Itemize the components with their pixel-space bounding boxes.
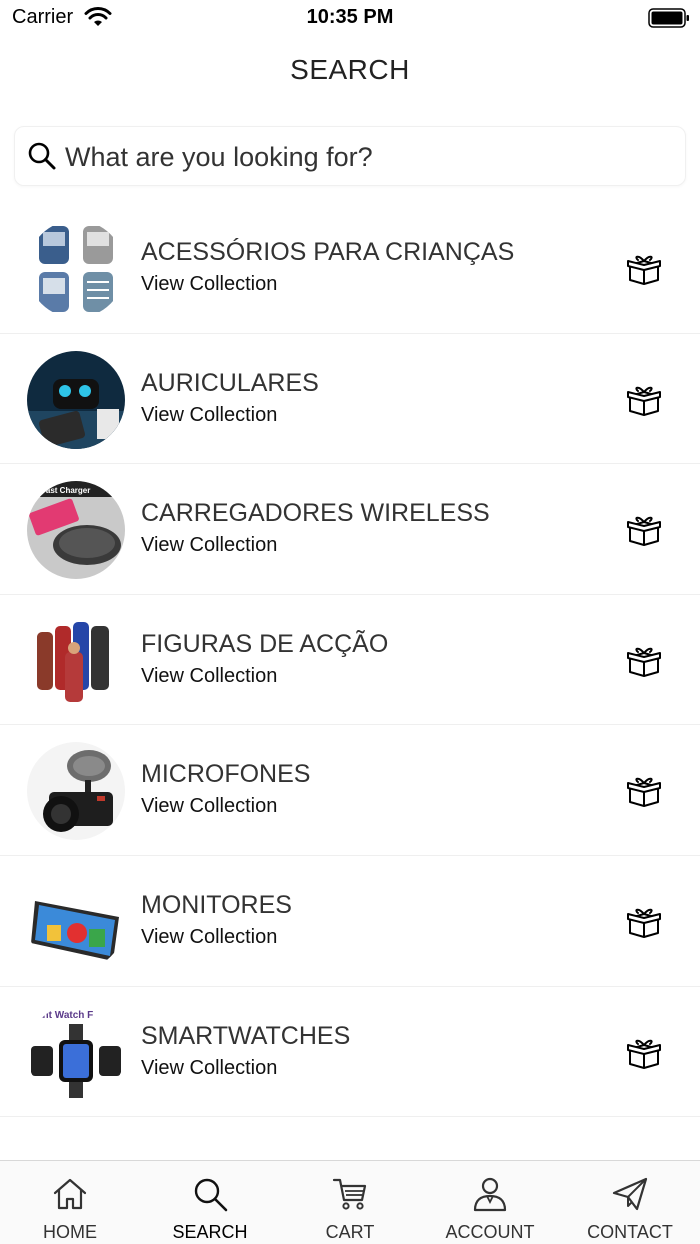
wireless-charger-image: Fast Charger xyxy=(27,481,125,580)
battery-icon xyxy=(648,8,689,28)
collection-title: AURICULARES xyxy=(141,368,319,397)
gift-box-icon xyxy=(627,778,661,808)
collection-row-microphones[interactable]: MICROFONES View Collection xyxy=(0,725,700,856)
view-collection-link[interactable]: View Collection xyxy=(141,795,277,818)
paper-plane-icon xyxy=(612,1177,648,1211)
tab-cart[interactable]: CART xyxy=(280,1161,420,1244)
smartwatch-image-text: ant Watch F xyxy=(37,1010,93,1021)
cart-icon xyxy=(332,1178,367,1210)
collection-title: FIGURAS DE ACÇÃO xyxy=(141,629,389,658)
smartwatches-image: ant Watch F xyxy=(27,1003,125,1102)
portable-monitor-image xyxy=(27,872,125,971)
gift-box-icon xyxy=(627,386,661,416)
tab-label: CONTACT xyxy=(587,1222,673,1242)
collection-row-smartwatches[interactable]: ant Watch F SMARTWATCHES View Collection xyxy=(0,987,700,1118)
gift-box-icon xyxy=(627,908,661,938)
page-title: SEARCH xyxy=(290,54,410,85)
search-icon xyxy=(194,1178,228,1212)
collection-row-wireless-chargers[interactable]: Fast Charger CARREGADORES WIRELESS View … xyxy=(0,464,700,595)
status-bar: Carrier 10:35 PM xyxy=(0,0,700,36)
tab-bar: HOME SEARCH CART ACCOUNT CONTACT xyxy=(0,1160,700,1244)
gift-box-icon xyxy=(627,516,661,547)
account-icon xyxy=(473,1177,507,1212)
tab-account[interactable]: ACCOUNT xyxy=(420,1161,560,1244)
tab-label: CART xyxy=(325,1222,375,1242)
tab-search[interactable]: SEARCH xyxy=(140,1161,280,1244)
collection-list: ACESSÓRIOS PARA CRIANÇAS View Collection… xyxy=(0,203,700,1118)
collection-title: MONITORES xyxy=(141,890,292,919)
gift-box-icon xyxy=(627,647,661,677)
collection-title: SMARTWATCHES xyxy=(141,1021,351,1050)
collection-row-kids-accessories[interactable]: ACESSÓRIOS PARA CRIANÇAS View Collection xyxy=(0,203,700,334)
tab-contact[interactable]: CONTACT xyxy=(560,1161,700,1244)
search-input[interactable] xyxy=(65,135,665,179)
home-icon xyxy=(53,1178,87,1210)
camera-microphone-image xyxy=(27,742,125,841)
charger-image-text: Fast Charger xyxy=(41,486,90,495)
view-collection-link[interactable]: View Collection xyxy=(141,1057,277,1080)
tab-label: ACCOUNT xyxy=(445,1222,535,1242)
search-icon xyxy=(28,142,56,170)
collection-title: MICROFONES xyxy=(141,760,311,789)
collection-row-earbuds[interactable]: AURICULARES View Collection xyxy=(0,334,700,465)
view-collection-link[interactable]: View Collection xyxy=(141,926,277,949)
tab-label: HOME xyxy=(43,1222,97,1242)
collection-title: CARREGADORES WIRELESS xyxy=(141,499,490,528)
gift-box-icon xyxy=(627,1039,661,1069)
collection-row-action-figures[interactable]: FIGURAS DE ACÇÃO View Collection xyxy=(0,595,700,726)
view-collection-link[interactable]: View Collection xyxy=(141,273,277,296)
tab-home[interactable]: HOME xyxy=(0,1161,140,1244)
view-collection-link[interactable]: View Collection xyxy=(141,534,277,557)
collection-title: ACESSÓRIOS PARA CRIANÇAS xyxy=(141,238,515,266)
search-bar[interactable] xyxy=(14,126,686,186)
kids-car-seats-image xyxy=(27,220,125,318)
clock: 10:35 PM xyxy=(306,6,394,28)
action-figures-image xyxy=(27,611,125,710)
tab-label: SEARCH xyxy=(172,1222,248,1242)
earbuds-case-image xyxy=(27,350,125,449)
view-collection-link[interactable]: View Collection xyxy=(141,665,277,688)
view-collection-link[interactable]: View Collection xyxy=(141,404,277,427)
collection-row-monitors[interactable]: MONITORES View Collection xyxy=(0,856,700,987)
gift-box-icon xyxy=(627,255,661,285)
